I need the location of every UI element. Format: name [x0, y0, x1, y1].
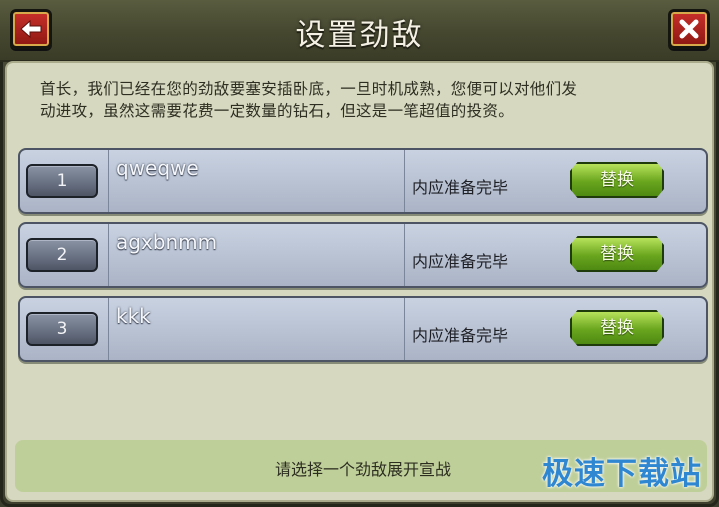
page-title: 设置劲敌 — [295, 18, 424, 53]
intro-line-2: 动进攻，虽然这需要花费一定数量的钻石，但这是一笔超值的投资。 — [40, 102, 515, 120]
intro-text: 首长，我们已经在您的劲敌要塞安插卧底，一旦时机成熟，您便可以对他们发 动进攻，虽… — [40, 78, 680, 122]
rival-status: 内应准备完毕 — [412, 252, 509, 271]
replace-button[interactable]: 替换 — [570, 236, 664, 272]
row-divider — [404, 150, 405, 212]
rival-name: agxbnmm — [116, 230, 218, 254]
rival-name: kkk — [116, 304, 151, 328]
replace-button[interactable]: 替换 — [570, 310, 664, 346]
row-divider — [108, 150, 109, 212]
rival-row-2: 2 agxbnmm 内应准备完毕 替换 — [18, 222, 708, 288]
title-bar: 设置劲敌 — [0, 0, 719, 62]
replace-button[interactable]: 替换 — [570, 162, 664, 198]
site-watermark: 极速下载站 — [542, 456, 702, 492]
rival-status: 内应准备完毕 — [412, 326, 509, 345]
rival-name: qweqwe — [116, 156, 199, 180]
rival-status: 内应准备完毕 — [412, 178, 509, 197]
row-divider — [404, 224, 405, 286]
rival-number-button[interactable]: 1 — [26, 164, 98, 198]
row-divider — [108, 224, 109, 286]
row-divider — [108, 298, 109, 360]
close-x-icon — [679, 19, 699, 39]
close-button[interactable] — [668, 9, 710, 49]
rival-number-button[interactable]: 3 — [26, 312, 98, 346]
rival-row-1: 1 qweqwe 内应准备完毕 替换 — [18, 148, 708, 214]
row-divider — [404, 298, 405, 360]
rival-row-3: 3 kkk 内应准备完毕 替换 — [18, 296, 708, 362]
rival-number-button[interactable]: 2 — [26, 238, 98, 272]
intro-line-1: 首长，我们已经在您的劲敌要塞安插卧底，一旦时机成熟，您便可以对他们发 — [40, 80, 578, 98]
